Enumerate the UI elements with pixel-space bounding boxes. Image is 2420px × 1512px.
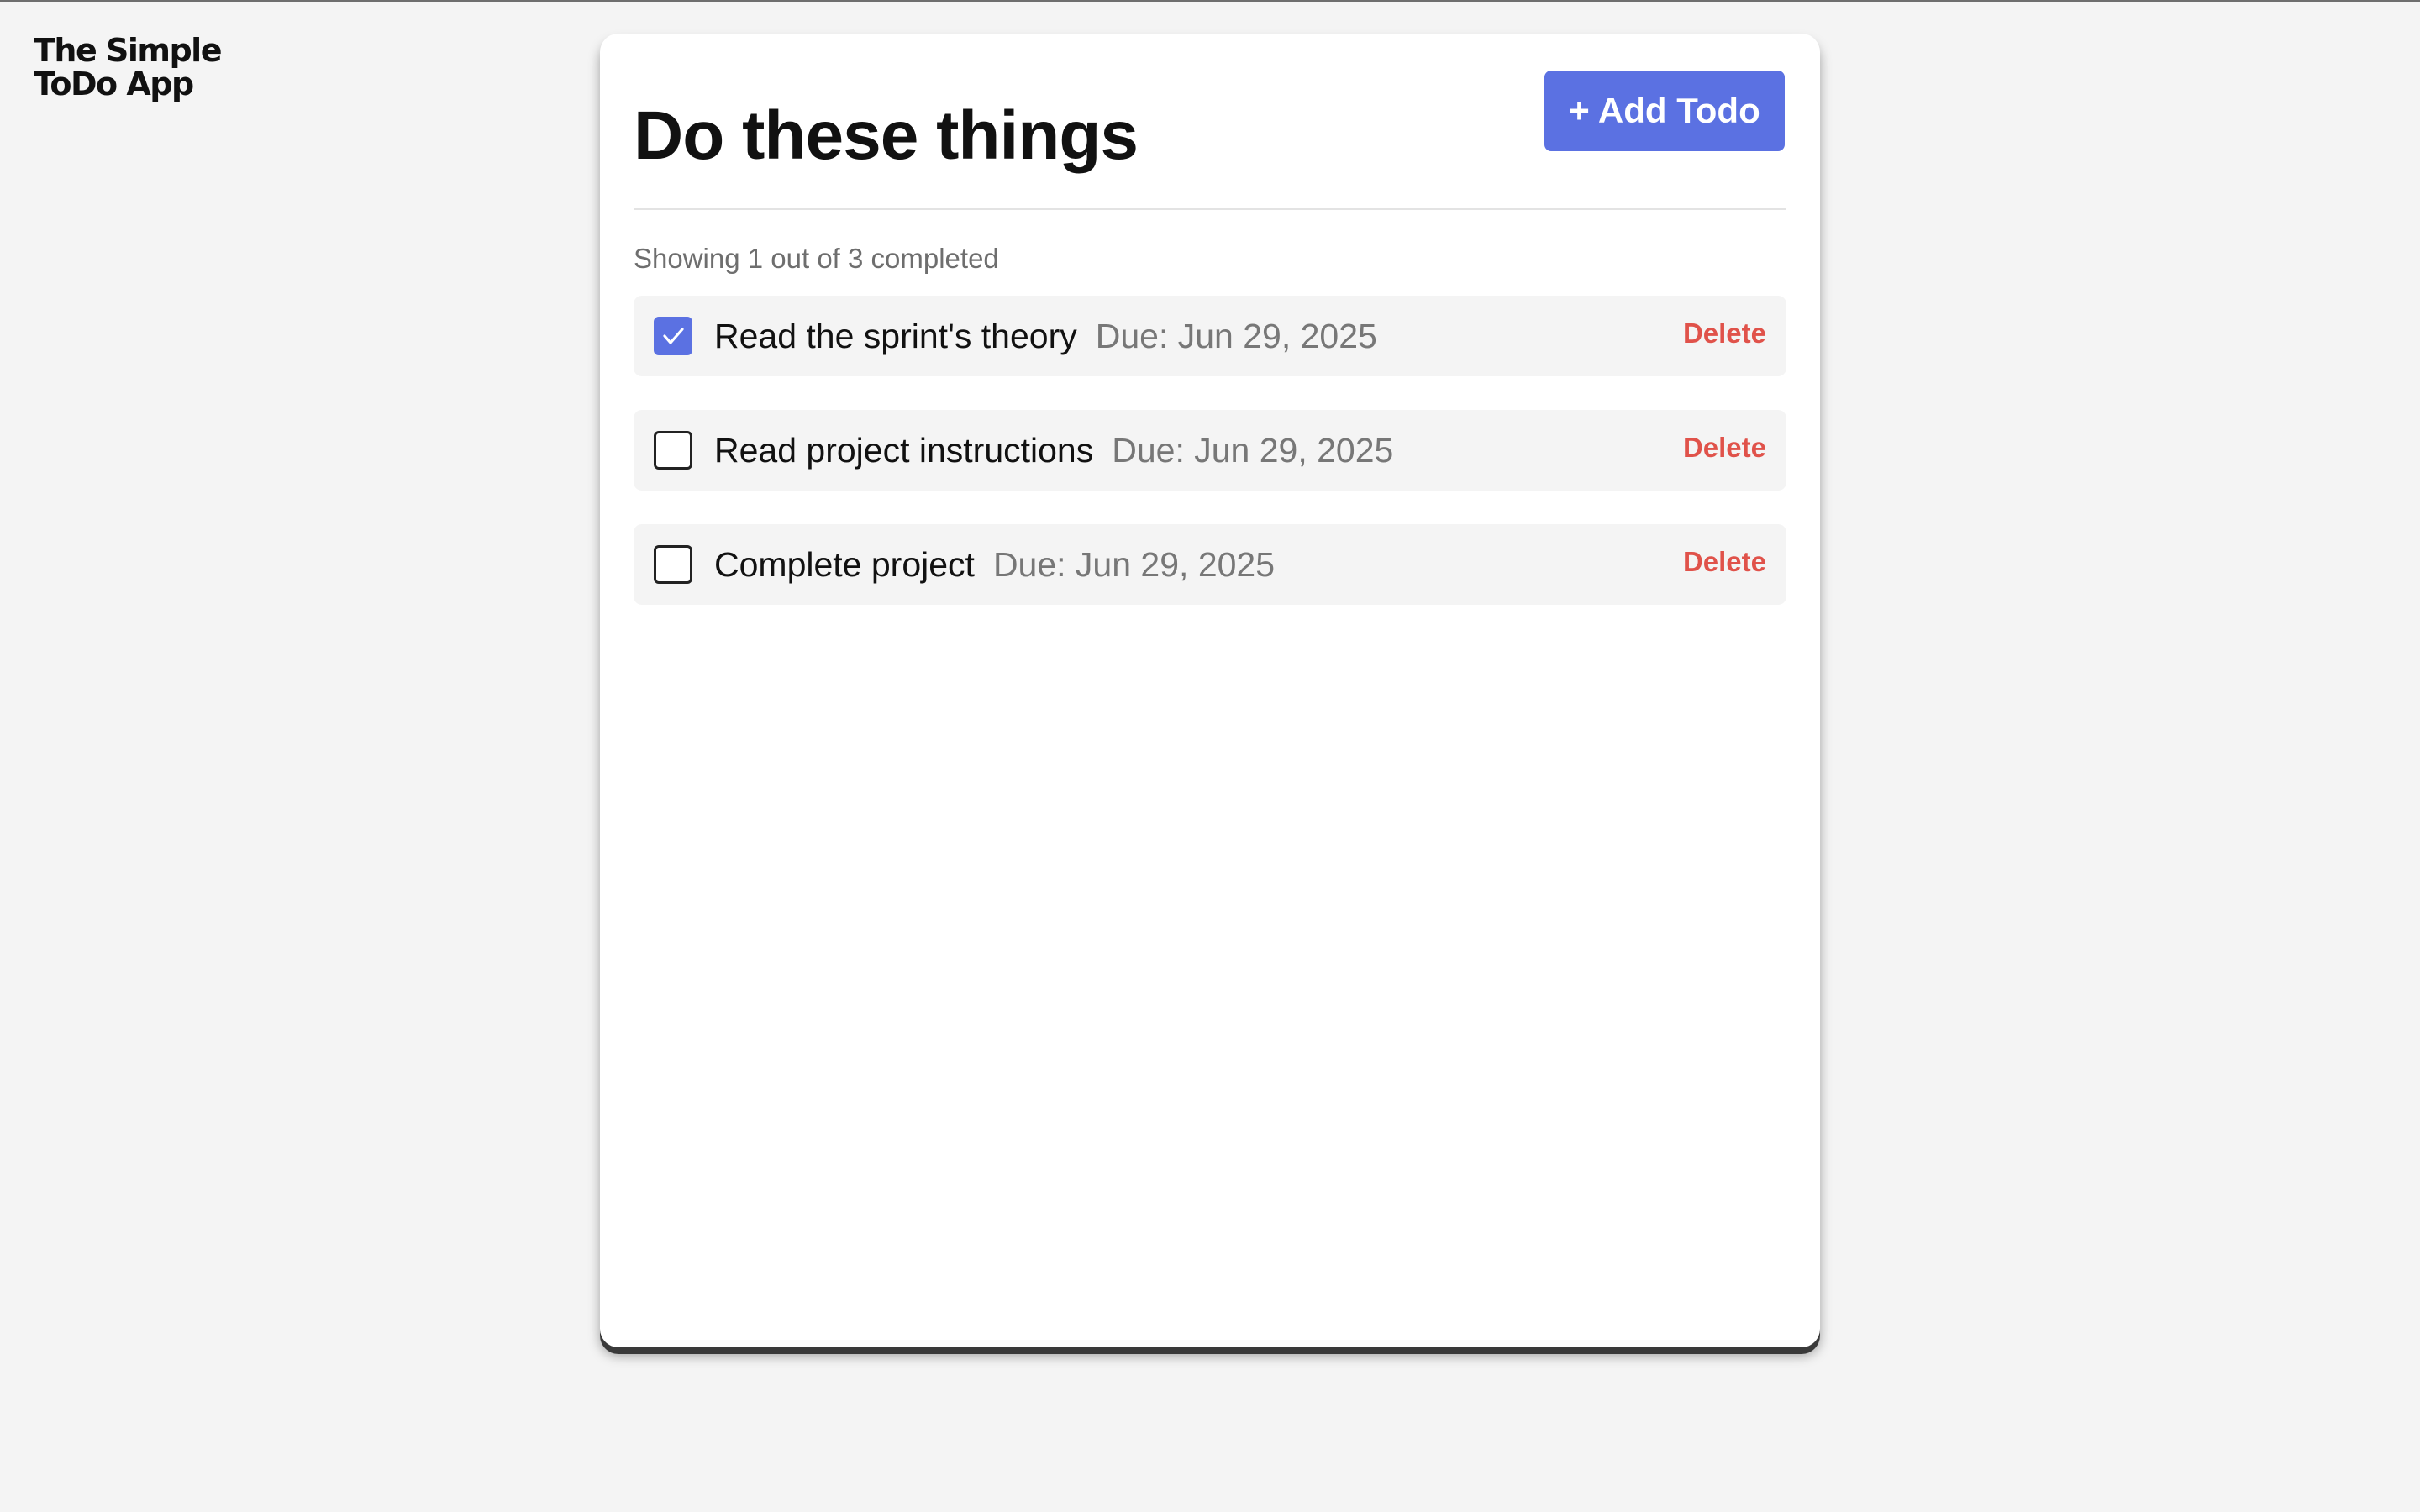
todo-title: Read the sprint's theory [714,317,1077,355]
page-title: Do these things [634,97,1139,174]
todo-item: Read the sprint's theory Due: Jun 29, 202… [634,296,1786,376]
todo-title: Complete project [714,545,975,584]
top-border [0,0,2420,2]
header-divider [634,208,1786,210]
app-logo-line-1: The Simple [34,32,222,69]
app-logo-line-2: ToDo App [34,66,194,102]
app-logo: The Simple ToDo App [34,34,252,101]
todo-checkbox[interactable] [654,431,692,470]
checkmark-icon [663,328,684,344]
delete-button[interactable]: Delete [1683,314,1766,353]
todo-due-date: Due: Jun 29, 2025 [1112,431,1394,470]
todo-text: Complete project Due: Jun 29, 2025 [714,544,1275,593]
todo-due-date: Due: Jun 29, 2025 [1095,317,1377,355]
todo-checkbox[interactable] [654,317,692,355]
todo-item: Complete project Due: Jun 29, 2025 Delete [634,524,1786,605]
todo-card: Do these things + Add Todo Showing 1 out… [600,34,1820,1347]
todo-text: Read project instructions Due: Jun 29, 20… [714,430,1393,479]
todo-item: Read project instructions Due: Jun 29, 20… [634,410,1786,491]
todo-checkbox[interactable] [654,545,692,584]
completion-status: Showing 1 out of 3 completed [634,243,999,274]
todo-title: Read project instructions [714,431,1094,470]
card-header: Do these things + Add Todo [634,71,1786,208]
add-todo-button[interactable]: + Add Todo [1544,71,1785,151]
delete-button[interactable]: Delete [1683,543,1766,581]
todo-text: Read the sprint's theory Due: Jun 29, 202… [714,316,1377,365]
delete-button[interactable]: Delete [1683,428,1766,467]
todo-due-date: Due: Jun 29, 2025 [992,545,1276,584]
